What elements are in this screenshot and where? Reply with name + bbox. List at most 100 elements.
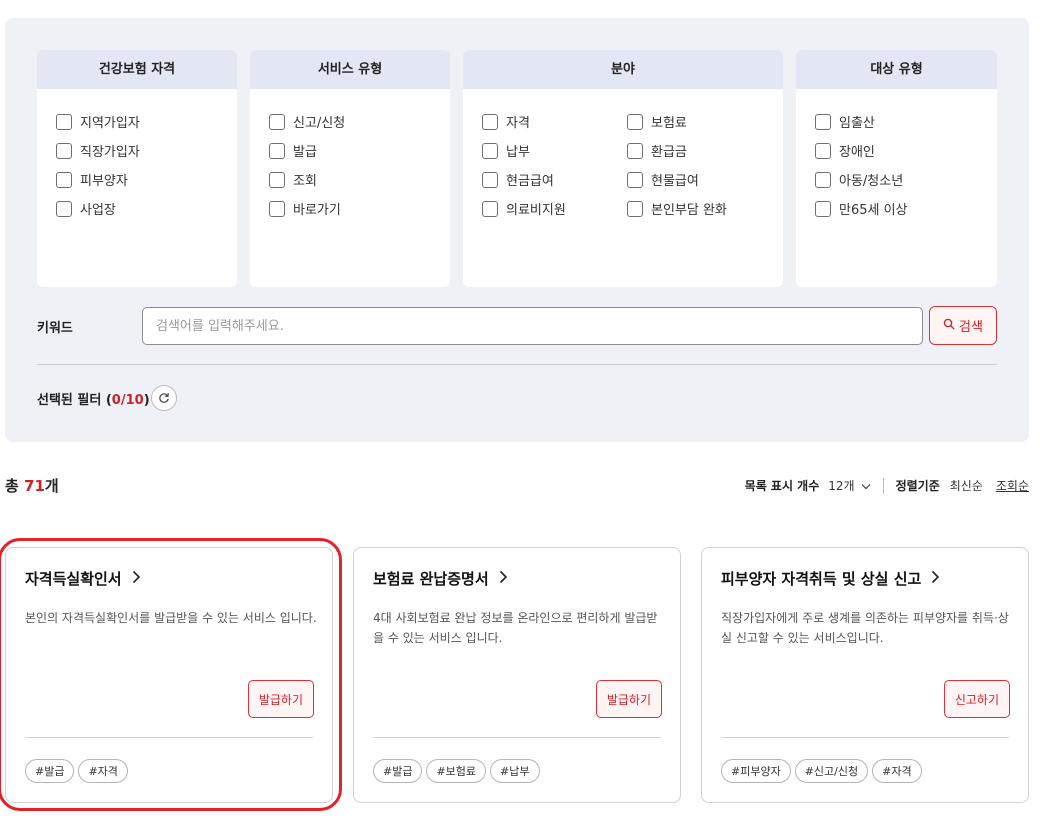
card-title-link[interactable]: 보험료 완납증명서 — [373, 568, 508, 589]
filter-group-title: 서비스 유형 — [250, 50, 450, 89]
checkbox[interactable] — [627, 142, 643, 159]
checkbox-item[interactable]: 피부양자 — [56, 165, 237, 194]
selected-filter-label: 선택된 필터 (0/10) — [37, 389, 150, 408]
checkbox-item[interactable]: 발급 — [269, 136, 450, 165]
checkbox-label: 피부양자 — [80, 174, 128, 189]
checkbox-label: 아동/청소년 — [839, 174, 904, 189]
checkbox[interactable] — [482, 171, 498, 188]
tag[interactable]: #자격 — [872, 759, 922, 783]
list-controls: 목록 표시 개수 12개 정렬기준 최신순 조회순 — [745, 477, 1029, 494]
checkbox-item[interactable]: 아동/청소년 — [815, 165, 997, 194]
sort-views[interactable]: 조회순 — [996, 477, 1029, 494]
sort-label: 정렬기준 — [895, 479, 940, 493]
checkbox[interactable] — [627, 113, 643, 130]
checkbox-label: 본인부담 완화 — [651, 203, 727, 218]
total-count: 총 71개 — [5, 475, 59, 496]
checkbox-label: 보험료 — [651, 116, 687, 131]
chevron-down-icon — [861, 479, 871, 493]
checkbox[interactable] — [815, 171, 831, 188]
card-description: 본인의 자격득실확인서를 발급받을 수 있는 서비스 입니다. — [25, 611, 317, 625]
checkbox-item[interactable]: 현금급여 — [482, 165, 566, 194]
checkbox-label: 지역가입자 — [80, 116, 140, 131]
filter-group-title: 건강보험 자격 — [37, 50, 237, 89]
checkbox-item[interactable]: 신고/신청 — [269, 107, 450, 136]
card-title-link[interactable]: 피부양자 자격취득 및 상실 신고 — [721, 568, 940, 589]
checkbox-item[interactable]: 장애인 — [815, 136, 997, 165]
checkbox-item[interactable]: 보험료 — [627, 107, 727, 136]
selected-filter-prefix: 선택된 필터 ( — [37, 393, 112, 408]
checkbox[interactable] — [815, 113, 831, 130]
card-divider — [373, 737, 661, 738]
search-button[interactable]: 검색 — [929, 306, 997, 345]
tag[interactable]: #납부 — [490, 759, 540, 783]
checkbox-item[interactable]: 사업장 — [56, 194, 237, 223]
tag-list: #발급 #자격 — [25, 759, 128, 783]
checkbox-item[interactable]: 환급금 — [627, 136, 727, 165]
filter-group-title: 대상 유형 — [796, 50, 997, 89]
sort-latest[interactable]: 최신순 — [950, 477, 983, 494]
page-size-value: 12개 — [828, 479, 855, 493]
checkbox-label: 직장가입자 — [80, 145, 140, 160]
checkbox-item[interactable]: 만65세 이상 — [815, 194, 997, 223]
checkbox[interactable] — [56, 171, 72, 188]
checkbox-item[interactable]: 의료비지원 — [482, 194, 566, 223]
report-button[interactable]: 신고하기 — [943, 680, 1010, 718]
filter-group-field: 분야 자격 납부 현금급여 의료비지원 보험료 환급금 현물급여 본인부담 완화 — [463, 50, 783, 287]
checkbox-label: 자격 — [506, 116, 530, 131]
checkbox-item[interactable]: 조회 — [269, 165, 450, 194]
chevron-right-icon — [132, 570, 141, 588]
tag[interactable]: #신고/신청 — [794, 759, 869, 783]
page-size-select[interactable]: 12개 — [828, 477, 871, 494]
search-button-label: 검색 — [959, 320, 983, 335]
card-title-link[interactable]: 자격득실확인서 — [25, 568, 141, 589]
divider — [37, 364, 997, 365]
tag[interactable]: #발급 — [373, 759, 423, 783]
keyword-label: 키워드 — [37, 321, 73, 336]
checkbox[interactable] — [482, 113, 498, 130]
checkbox[interactable] — [815, 142, 831, 159]
search-input[interactable] — [142, 307, 923, 345]
checkbox[interactable] — [269, 142, 285, 159]
checkbox-item[interactable]: 본인부담 완화 — [627, 194, 727, 223]
checkbox-label: 의료비지원 — [506, 203, 566, 218]
checkbox-item[interactable]: 자격 — [482, 107, 566, 136]
checkbox-label: 임출산 — [839, 116, 875, 131]
selected-filter-suffix: ) — [143, 393, 150, 408]
tag[interactable]: #보험료 — [426, 759, 487, 783]
checkbox[interactable] — [815, 200, 831, 217]
tag[interactable]: #자격 — [78, 759, 128, 783]
checkbox[interactable] — [269, 200, 285, 217]
checkbox[interactable] — [482, 200, 498, 217]
checkbox[interactable] — [56, 113, 72, 130]
checkbox[interactable] — [627, 200, 643, 217]
checkbox-label: 현금급여 — [506, 174, 554, 189]
checkbox-item[interactable]: 직장가입자 — [56, 136, 237, 165]
total-number: 71 — [24, 477, 45, 495]
checkbox-label: 장애인 — [839, 145, 875, 160]
filter-group-service-type: 서비스 유형 신고/신청 발급 조회 바로가기 — [250, 50, 450, 287]
filter-group-title: 분야 — [463, 50, 783, 89]
card-divider — [25, 737, 313, 738]
checkbox-item[interactable]: 바로가기 — [269, 194, 450, 223]
checkbox[interactable] — [269, 113, 285, 130]
tag[interactable]: #발급 — [25, 759, 75, 783]
chevron-right-icon — [931, 570, 940, 588]
card-divider — [721, 737, 1009, 738]
selected-filter-count: 0/10 — [111, 393, 144, 408]
checkbox-item[interactable]: 지역가입자 — [56, 107, 237, 136]
checkbox[interactable] — [56, 200, 72, 217]
checkbox-item[interactable]: 납부 — [482, 136, 566, 165]
checkbox-item[interactable]: 현물급여 — [627, 165, 727, 194]
tag[interactable]: #피부양자 — [721, 759, 791, 783]
card-description: 4대 사회보험료 완납 정보를 온라인으로 편리하게 발급받을 수 있는 서비스… — [373, 611, 658, 645]
checkbox-item[interactable]: 임출산 — [815, 107, 997, 136]
checkbox[interactable] — [56, 142, 72, 159]
checkbox-label: 신고/신청 — [293, 116, 346, 131]
issue-button[interactable]: 발급하기 — [247, 680, 314, 718]
issue-button[interactable]: 발급하기 — [595, 680, 662, 718]
checkbox[interactable] — [627, 171, 643, 188]
checkbox[interactable] — [269, 171, 285, 188]
reset-filter-button[interactable] — [151, 385, 177, 411]
refresh-icon — [158, 389, 170, 408]
checkbox[interactable] — [482, 142, 498, 159]
